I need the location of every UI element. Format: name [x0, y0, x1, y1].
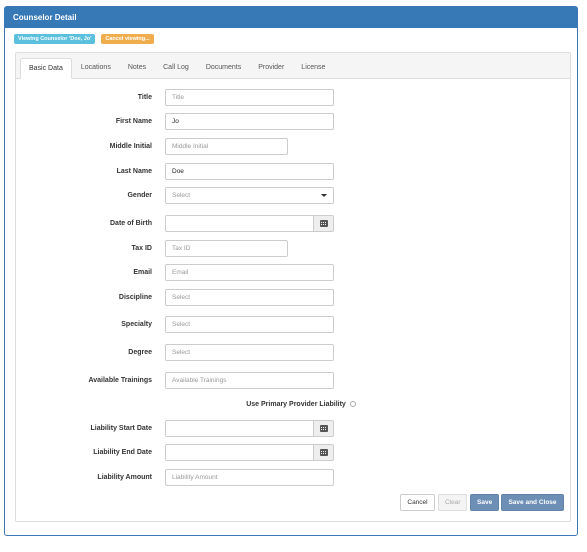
- use-primary-wrap: Use Primary Provider Liability: [16, 396, 572, 413]
- middle-initial-label: Middle Initial: [109, 143, 152, 150]
- first-name-input[interactable]: Jo: [165, 113, 334, 130]
- liability-amount-input[interactable]: Liability Amount: [165, 469, 334, 486]
- cancel-button[interactable]: Cancel: [400, 494, 435, 511]
- cancel-viewing-button[interactable]: Cancel viewing...: [101, 34, 154, 44]
- tab-notes[interactable]: Notes: [120, 58, 154, 79]
- liability-end-label: Liability End Date: [93, 449, 152, 456]
- tab-container: Basic Data Locations Notes Call Log Docu…: [15, 52, 571, 522]
- trainings-label: Available Trainings: [88, 377, 152, 384]
- email-input[interactable]: Email: [165, 264, 334, 281]
- specialty-select[interactable]: Select: [165, 316, 334, 333]
- tab-strip: Basic Data Locations Notes Call Log Docu…: [16, 53, 570, 79]
- email-label: Email: [133, 269, 152, 276]
- tab-call-log[interactable]: Call Log: [155, 58, 197, 79]
- liability-start-label: Liability Start Date: [90, 425, 152, 432]
- liability-amount-label: Liability Amount: [97, 474, 152, 481]
- viewing-badge: Viewing Counselor 'Doe, Jo': [14, 34, 96, 44]
- last-name-input[interactable]: Doe: [165, 163, 334, 180]
- trainings-input[interactable]: Available Trainings: [165, 372, 334, 389]
- gender-select[interactable]: Select: [165, 187, 334, 204]
- tax-id-input[interactable]: Tax ID: [165, 240, 288, 257]
- discipline-select[interactable]: Select: [165, 289, 334, 306]
- last-name-label: Last Name: [116, 168, 152, 175]
- specialty-label: Specialty: [121, 321, 152, 328]
- dob-label: Date of Birth: [110, 220, 152, 227]
- tab-license[interactable]: License: [293, 58, 333, 79]
- use-primary-row: Use Primary Provider Liability: [16, 396, 572, 413]
- dob-input[interactable]: [165, 215, 314, 232]
- liability-start-calendar-button[interactable]: [313, 420, 334, 437]
- liability-end-input[interactable]: [165, 444, 314, 461]
- liability-end-calendar-button[interactable]: [313, 444, 334, 461]
- discipline-label: Discipline: [118, 294, 152, 301]
- panel-title: Counselor Detail: [5, 7, 577, 28]
- title-label: Title: [137, 94, 152, 101]
- tab-basic-data[interactable]: Basic Data: [20, 58, 72, 79]
- use-primary-label: Use Primary Provider Liability: [246, 401, 346, 408]
- degree-select[interactable]: Select: [165, 344, 334, 361]
- dob-calendar-button[interactable]: [313, 215, 334, 232]
- tab-locations[interactable]: Locations: [73, 58, 119, 79]
- liability-start-input[interactable]: [165, 420, 314, 437]
- use-primary-checkbox[interactable]: [349, 401, 356, 408]
- calendar-icon: [319, 449, 328, 456]
- badge-row: Viewing Counselor 'Doe, Jo' Cancel viewi…: [14, 34, 158, 45]
- tab-documents[interactable]: Documents: [198, 58, 249, 79]
- calendar-icon: [319, 220, 328, 227]
- gender-label: Gender: [127, 192, 152, 199]
- title-input[interactable]: Title: [165, 89, 334, 106]
- clear-button[interactable]: Clear: [438, 494, 467, 511]
- calendar-icon: [319, 425, 328, 432]
- degree-label: Degree: [128, 349, 152, 356]
- tax-id-label: Tax ID: [131, 245, 153, 252]
- save-button[interactable]: Save: [470, 494, 499, 511]
- caret-down-icon: [321, 194, 327, 197]
- save-and-close-button[interactable]: Save and Close: [501, 494, 564, 511]
- gender-select-value: Select: [172, 192, 191, 199]
- middle-initial-input[interactable]: Middle Initial: [165, 138, 288, 155]
- first-name-label: First Name: [115, 118, 152, 125]
- tab-provider[interactable]: Provider: [250, 58, 292, 79]
- counselor-detail-panel: Counselor Detail Viewing Counselor 'Doe,…: [4, 6, 578, 536]
